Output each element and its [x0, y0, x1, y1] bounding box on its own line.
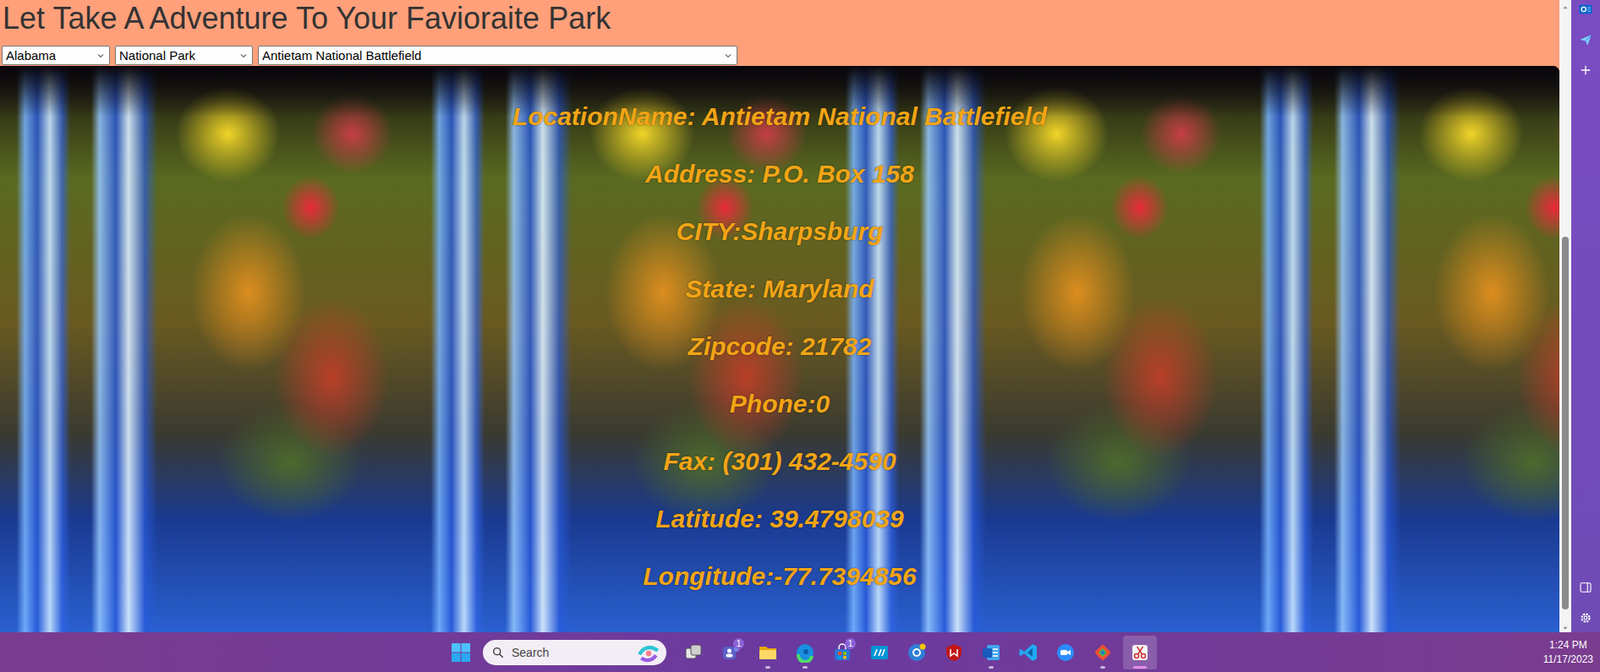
running-indicator	[1100, 666, 1106, 669]
running-indicator	[765, 666, 771, 669]
taskbar-app[interactable]	[1123, 635, 1157, 670]
edge-sidebar	[1571, 0, 1600, 633]
filter-bar: Alabama National Park Antietam National Ba…	[0, 45, 1560, 66]
info-line: Zipcode: 21782	[688, 331, 872, 362]
taskbar-app[interactable]	[1011, 635, 1046, 670]
info-line: Address: P.O. Box 158	[645, 158, 915, 190]
chevron-down-icon	[723, 50, 734, 61]
taskbar-app[interactable]	[974, 635, 1009, 670]
edge-icon	[794, 642, 816, 664]
park-photo: LocationName: Antietam National Battlefi…	[0, 65, 1560, 633]
waterfall-image	[0, 65, 415, 633]
gear-icon[interactable]	[1578, 610, 1594, 626]
windows-start-icon[interactable]	[450, 642, 472, 664]
arrow-down-icon	[1561, 624, 1570, 633]
running-indicator	[988, 666, 994, 669]
search-icon	[491, 646, 505, 660]
send-icon[interactable]	[1578, 32, 1594, 48]
help-icon	[906, 642, 927, 664]
add-icon[interactable]	[1578, 62, 1594, 78]
bing-icon	[637, 641, 660, 664]
state-select[interactable]: Alabama	[1, 45, 110, 66]
taskview-icon	[683, 642, 704, 664]
select-value: Antietam National Battlefield	[262, 48, 422, 63]
info-line: Latitude: 39.4798039	[655, 504, 904, 535]
waterfall-image	[828, 65, 1244, 633]
info-line: Fax: (301) 432-4590	[663, 446, 896, 477]
select-value: Alabama	[5, 48, 56, 63]
waterfall-image	[1243, 65, 1560, 633]
park-select[interactable]: Antietam National Battlefield	[257, 45, 738, 66]
clock-time: 1:24 PM	[1543, 638, 1594, 653]
chevron-down-icon	[238, 50, 249, 61]
notification-badge: 1	[733, 638, 745, 650]
taskbar-app[interactable]: 1	[713, 635, 748, 670]
park-info: LocationName: Antietam National Battlefi…	[0, 65, 1560, 633]
clock-date: 11/17/2023	[1543, 652, 1594, 668]
taskbar-app[interactable]	[788, 635, 822, 670]
info-line: State: Maryland	[684, 273, 874, 305]
mcafee-icon	[943, 642, 965, 664]
search-placeholder: Search	[511, 646, 631, 660]
info-line: Longitude:-77.7394856	[642, 561, 916, 592]
running-indicator	[802, 666, 808, 669]
taskbar: Search111:24 PM11/17/2023	[0, 632, 1600, 672]
info-line: Phone:0	[729, 389, 830, 420]
page-title: Let Take A Adventure To Your Favioraite …	[0, 0, 1560, 38]
panel-icon[interactable]	[1578, 580, 1594, 596]
notification-badge: 1	[844, 638, 856, 650]
taskbar-app[interactable]	[750, 635, 785, 670]
search-box[interactable]: Search	[482, 640, 667, 666]
taskbar-app[interactable]	[1085, 635, 1120, 670]
clock[interactable]: 1:24 PM11/17/2023	[1543, 638, 1600, 668]
word-icon	[980, 642, 1002, 664]
info-line: CITY:Sharpsburg	[675, 216, 883, 247]
explorer-icon	[757, 642, 779, 664]
hp-icon	[869, 642, 890, 664]
scroll-down-button[interactable]	[1561, 609, 1570, 633]
git-icon	[1092, 642, 1113, 664]
browser-window: Let Take A Adventure To Your Favioraite …	[0, 0, 1600, 633]
web-page: Let Take A Adventure To Your Favioraite …	[0, 0, 1560, 633]
select-value: National Park	[119, 48, 196, 63]
zoom-icon	[1055, 642, 1076, 664]
type-select[interactable]: National Park	[115, 45, 253, 66]
vscode-icon	[1018, 642, 1039, 664]
chevron-down-icon	[95, 50, 106, 61]
screen: Let Take A Adventure To Your Favioraite …	[0, 0, 1600, 672]
taskbar-app[interactable]	[899, 635, 934, 670]
outlook-icon[interactable]	[1578, 1, 1594, 17]
scrollbar[interactable]	[1559, 0, 1572, 633]
scroll-up-button[interactable]	[1561, 0, 1570, 12]
taskbar-app[interactable]	[862, 635, 897, 670]
taskbar-app[interactable]: 1	[825, 635, 860, 670]
taskbar-app[interactable]	[936, 635, 971, 670]
arrow-up-icon	[1561, 3, 1570, 12]
scrollbar-thumb[interactable]	[1561, 236, 1569, 610]
running-indicator	[1133, 666, 1147, 669]
taskbar-app[interactable]	[676, 635, 711, 670]
taskbar-app[interactable]	[1048, 635, 1083, 670]
snip-icon	[1129, 642, 1151, 664]
taskbar-apps: 11	[676, 635, 1157, 670]
info-line: LocationName: Antietam National Battlefi…	[512, 101, 1047, 132]
